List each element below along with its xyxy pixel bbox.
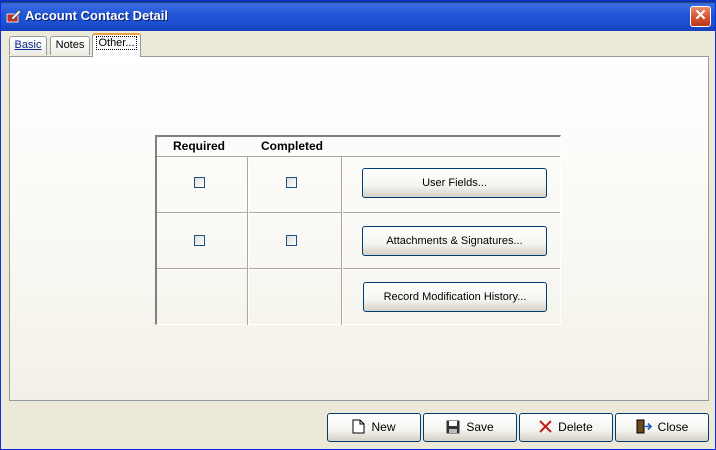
save-button[interactable]: Save bbox=[423, 413, 517, 442]
grid-divider bbox=[157, 268, 560, 270]
edit-icon bbox=[6, 9, 22, 23]
completed-checkbox-attachments[interactable] bbox=[286, 235, 297, 246]
user-fields-button[interactable]: User Fields... bbox=[362, 168, 547, 198]
close-button[interactable]: Close bbox=[615, 413, 709, 442]
delete-x-icon bbox=[539, 420, 552, 434]
window-close-button[interactable]: ✕ bbox=[690, 6, 711, 27]
tab-strip: Basic Notes Other... bbox=[1, 31, 715, 57]
window-title: Account Contact Detail bbox=[25, 8, 169, 23]
grid-divider bbox=[341, 157, 343, 325]
title-bar[interactable]: Account Contact Detail ✕ bbox=[1, 1, 715, 31]
delete-button[interactable]: Delete bbox=[519, 413, 613, 442]
new-document-icon bbox=[352, 419, 365, 434]
close-icon: ✕ bbox=[694, 7, 707, 24]
tab-other[interactable]: Other... bbox=[92, 33, 141, 57]
completed-column-header: Completed bbox=[261, 139, 324, 153]
grid-divider bbox=[247, 157, 249, 325]
attachments-signatures-button[interactable]: Attachments & Signatures... bbox=[362, 226, 547, 256]
save-disk-icon bbox=[446, 420, 460, 434]
required-checkbox-user-fields[interactable] bbox=[194, 177, 205, 188]
record-modification-history-button[interactable]: Record Modification History... bbox=[363, 282, 547, 312]
tab-other-label: Other... bbox=[96, 36, 137, 50]
requirements-grid: Required Completed User Fields... Attach… bbox=[155, 135, 561, 325]
completed-checkbox-user-fields[interactable] bbox=[286, 177, 297, 188]
tab-panel-other: Required Completed User Fields... Attach… bbox=[9, 56, 709, 401]
required-column-header: Required bbox=[173, 139, 226, 153]
exit-door-icon bbox=[636, 419, 652, 434]
tab-basic[interactable]: Basic bbox=[9, 36, 47, 55]
grid-divider bbox=[157, 156, 560, 158]
new-button[interactable]: New bbox=[327, 413, 421, 442]
grid-divider bbox=[157, 212, 560, 214]
tab-notes[interactable]: Notes bbox=[50, 36, 90, 55]
delete-button-label: Delete bbox=[558, 420, 593, 434]
required-checkbox-attachments[interactable] bbox=[194, 235, 205, 246]
account-contact-detail-window: Account Contact Detail ✕ Basic Notes Oth… bbox=[0, 0, 716, 450]
close-button-label: Close bbox=[657, 420, 689, 434]
new-button-label: New bbox=[371, 420, 396, 434]
save-button-label: Save bbox=[466, 420, 494, 434]
